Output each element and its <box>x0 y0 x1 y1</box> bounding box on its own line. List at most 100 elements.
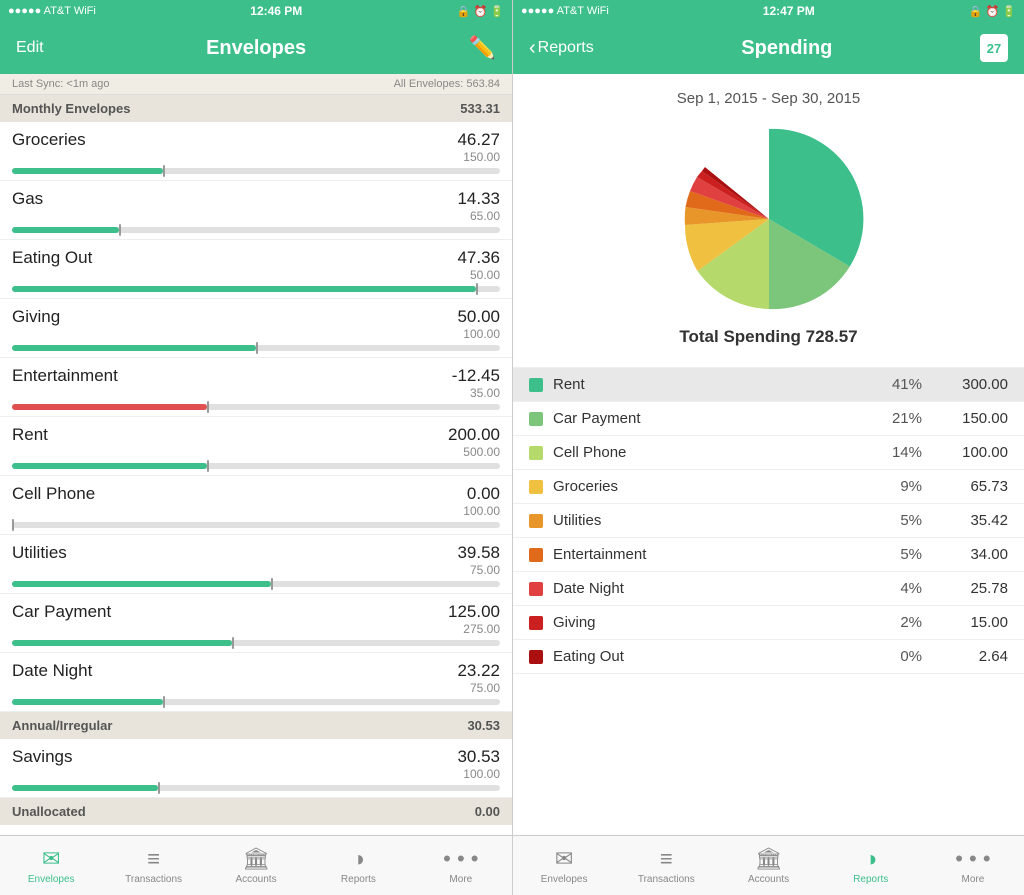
annual-value: 30.53 <box>467 718 500 733</box>
left-status-center: 12:46 PM <box>250 4 302 18</box>
legend-color-groceries <box>529 480 543 494</box>
envelope-spent: 39.58 <box>457 543 500 563</box>
legend-pct-date-night: 4% <box>888 580 938 597</box>
tab-envelopes[interactable]: ✉ Envelopes <box>0 840 102 891</box>
legend-row-giving[interactable]: Giving 2% 15.00 <box>513 606 1024 640</box>
edit-button[interactable]: Edit <box>16 39 44 57</box>
legend-name-giving: Giving <box>553 614 888 631</box>
chart-section: Sep 1, 2015 - Sep 30, 2015 <box>513 74 1024 367</box>
calendar-icon[interactable]: 27 <box>980 34 1008 62</box>
envelope-name: Car Payment <box>12 602 111 622</box>
envelope-date-night[interactable]: Date Night 23.22 75.00 <box>0 653 512 712</box>
sync-bar: Last Sync: <1m ago All Envelopes: 563.84 <box>0 74 512 95</box>
right-envelopes-icon: ✉ <box>555 846 573 872</box>
legend-row-date-night[interactable]: Date Night 4% 25.78 <box>513 572 1024 606</box>
right-tab-reports-label: Reports <box>853 874 888 885</box>
reports-icon: ◑ <box>352 846 365 872</box>
progress-track <box>12 640 500 646</box>
right-accounts-icon: 🏛 <box>755 846 783 872</box>
envelope-cell-phone[interactable]: Cell Phone 0.00 100.00 <box>0 476 512 535</box>
legend-color-eating-out <box>529 650 543 664</box>
envelope-eating-out[interactable]: Eating Out 47.36 50.00 <box>0 240 512 299</box>
legend-name-utilities: Utilities <box>553 512 888 529</box>
envelope-name: Eating Out <box>12 248 92 268</box>
left-status-left: ●●●●● AT&T WiFi <box>8 5 96 17</box>
envelope-groceries[interactable]: Groceries 46.27 150.00 <box>0 122 512 181</box>
legend-row-utilities[interactable]: Utilities 5% 35.42 <box>513 504 1024 538</box>
tab-envelopes-label: Envelopes <box>28 874 75 885</box>
legend-pct-cell-phone: 14% <box>888 444 938 461</box>
envelope-savings[interactable]: Savings 30.53 100.00 <box>0 739 512 798</box>
legend-val-rent: 300.00 <box>938 376 1008 393</box>
envelope-budget: 275.00 <box>448 622 500 636</box>
left-nav-bar: Edit Envelopes ✏️ <box>0 22 512 74</box>
legend-row-entertainment[interactable]: Entertainment 5% 34.00 <box>513 538 1024 572</box>
legend-row-rent[interactable]: Rent 41% 300.00 <box>513 368 1024 402</box>
tab-more[interactable]: • • • More <box>410 840 512 891</box>
right-tab-transactions[interactable]: ≡ Transactions <box>615 840 717 891</box>
legend-pct-entertainment: 5% <box>888 546 938 563</box>
envelope-spent: 0.00 <box>463 484 500 504</box>
progress-track <box>12 227 500 233</box>
envelope-spent: 125.00 <box>448 602 500 622</box>
legend-row-car-payment[interactable]: Car Payment 21% 150.00 <box>513 402 1024 436</box>
right-tab-accounts-label: Accounts <box>748 874 789 885</box>
progress-track <box>12 785 500 791</box>
legend-pct-giving: 2% <box>888 614 938 631</box>
envelope-budget: 75.00 <box>457 681 500 695</box>
envelope-gas[interactable]: Gas 14.33 65.00 <box>0 181 512 240</box>
legend-color-cell-phone <box>529 446 543 460</box>
tab-reports[interactable]: ◑ Reports <box>307 840 409 891</box>
envelope-budget: 150.00 <box>457 150 500 164</box>
legend-val-date-night: 25.78 <box>938 580 1008 597</box>
right-panel: ●●●●● AT&T WiFi 12:47 PM 🔒 ⏰ 🔋 ‹ Reports… <box>512 0 1024 895</box>
right-tab-reports[interactable]: ◑ Reports <box>820 840 922 891</box>
envelope-budget: 35.00 <box>452 386 500 400</box>
monthly-value: 533.31 <box>460 101 500 116</box>
progress-track <box>12 404 500 410</box>
envelope-spent: -12.45 <box>452 366 500 386</box>
envelope-name: Gas <box>12 189 43 209</box>
tab-transactions[interactable]: ≡ Transactions <box>102 840 204 891</box>
right-status-bar: ●●●●● AT&T WiFi 12:47 PM 🔒 ⏰ 🔋 <box>513 0 1024 22</box>
envelope-utilities[interactable]: Utilities 39.58 75.00 <box>0 535 512 594</box>
envelope-car-payment[interactable]: Car Payment 125.00 275.00 <box>0 594 512 653</box>
envelope-entertainment[interactable]: Entertainment -12.45 35.00 <box>0 358 512 417</box>
tab-more-label: More <box>449 874 472 885</box>
envelope-spent: 23.22 <box>457 661 500 681</box>
envelope-giving[interactable]: Giving 50.00 100.00 <box>0 299 512 358</box>
right-tab-envelopes[interactable]: ✉ Envelopes <box>513 840 615 891</box>
all-envelopes-text: All Envelopes: 563.84 <box>394 78 500 90</box>
right-nav-bar: ‹ Reports Spending 27 <box>513 22 1024 74</box>
legend-name-car-payment: Car Payment <box>553 410 888 427</box>
chart-date: Sep 1, 2015 - Sep 30, 2015 <box>677 90 860 107</box>
legend-row-groceries[interactable]: Groceries 9% 65.73 <box>513 470 1024 504</box>
compose-icon[interactable]: ✏️ <box>469 35 496 61</box>
right-tab-more[interactable]: • • • More <box>922 840 1024 891</box>
right-tab-bar: ✉ Envelopes ≡ Transactions 🏛 Accounts ◑ … <box>513 835 1024 895</box>
back-button[interactable]: ‹ Reports <box>529 37 594 60</box>
legend-color-car-payment <box>529 412 543 426</box>
envelope-name: Utilities <box>12 543 67 563</box>
right-status-left: ●●●●● AT&T WiFi <box>521 5 609 17</box>
monthly-label: Monthly Envelopes <box>12 101 130 116</box>
accounts-icon: 🏛 <box>242 846 270 872</box>
left-status-bar: ●●●●● AT&T WiFi 12:46 PM 🔒 ⏰ 🔋 <box>0 0 512 22</box>
legend-row-eating-out[interactable]: Eating Out 0% 2.64 <box>513 640 1024 674</box>
right-more-icon: • • • <box>955 846 990 872</box>
progress-track <box>12 345 500 351</box>
legend-name-eating-out: Eating Out <box>553 648 888 665</box>
progress-track <box>12 581 500 587</box>
legend-val-car-payment: 150.00 <box>938 410 1008 427</box>
legend-row-cell-phone[interactable]: Cell Phone 14% 100.00 <box>513 436 1024 470</box>
legend-val-utilities: 35.42 <box>938 512 1008 529</box>
unallocated-row: Unallocated 0.00 <box>0 798 512 825</box>
legend-pct-car-payment: 21% <box>888 410 938 427</box>
right-tab-envelopes-label: Envelopes <box>541 874 588 885</box>
monthly-section-header: Monthly Envelopes 533.31 <box>0 95 512 122</box>
envelope-rent[interactable]: Rent 200.00 500.00 <box>0 417 512 476</box>
pie-chart <box>659 119 879 319</box>
right-tab-accounts[interactable]: 🏛 Accounts <box>717 840 819 891</box>
tab-accounts[interactable]: 🏛 Accounts <box>205 840 307 891</box>
envelope-name: Cell Phone <box>12 484 95 504</box>
